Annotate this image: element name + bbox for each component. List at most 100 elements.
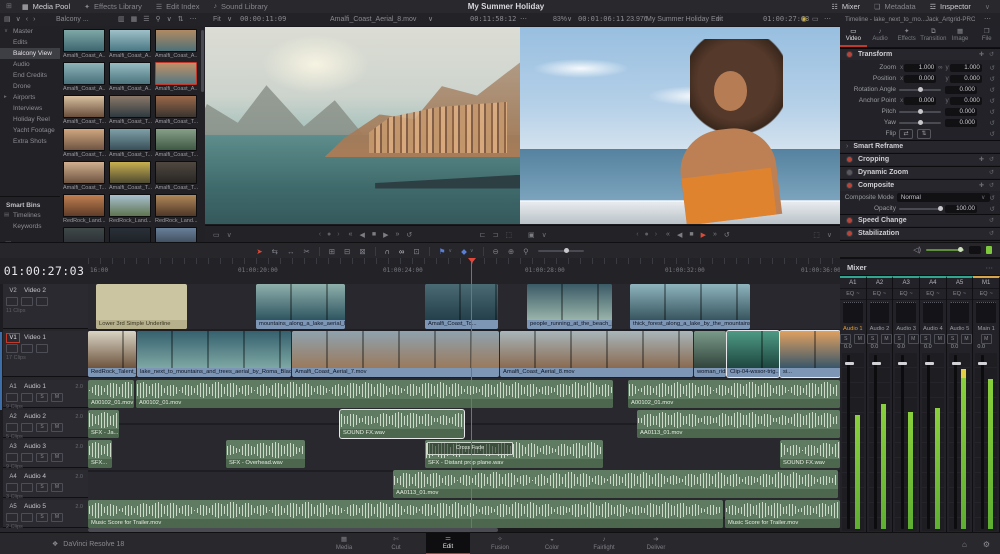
page-tab-media[interactable]: ▦ Media: [322, 533, 366, 554]
playhead[interactable]: [468, 258, 476, 528]
mute-button[interactable]: M: [51, 393, 63, 402]
tab-transition[interactable]: ⧉ Transition: [920, 26, 947, 47]
track-badge[interactable]: A1: [6, 382, 20, 392]
eq-button[interactable]: EQ ~: [920, 289, 946, 300]
dynamic-trim-mode[interactable]: ↔: [287, 247, 295, 256]
media-clip[interactable]: Amalfi_Coast_T...: [154, 161, 200, 194]
forward-icon[interactable]: ›: [33, 16, 35, 23]
auto-select-icon[interactable]: [21, 297, 33, 306]
track-header-v1[interactable]: V1 Video 1 17 Clips: [0, 331, 88, 377]
media-clip[interactable]: Amalfi_Coast_T...: [154, 95, 200, 128]
yaw-field[interactable]: 0.000: [945, 118, 977, 127]
lock-icon[interactable]: [6, 344, 18, 353]
solo-button[interactable]: S: [36, 513, 48, 522]
topbar-button-inspector[interactable]: ☲ Inspector: [930, 2, 971, 11]
window-icon[interactable]: ⊞: [6, 2, 12, 10]
page-tab-deliver[interactable]: ➔ Deliver: [634, 533, 678, 554]
clip-thumbnail[interactable]: [63, 194, 105, 217]
flag-button[interactable]: ⚑: [439, 247, 446, 256]
tab-audio[interactable]: ♪ Audio: [867, 26, 894, 47]
zoom-in-button[interactable]: ⊕: [508, 247, 514, 256]
media-clip[interactable]: Amalfi_Coast_A...: [154, 62, 200, 95]
insert-clip-button[interactable]: ⊞: [329, 247, 335, 256]
page-tab-cut[interactable]: ✄ Cut: [374, 533, 418, 554]
reset-icon[interactable]: ↺: [989, 217, 994, 224]
speed-change-enable-toggle[interactable]: [846, 217, 853, 224]
solo-button[interactable]: S: [947, 334, 959, 344]
clip-thumbnail[interactable]: [109, 161, 151, 184]
eq-button[interactable]: EQ ~: [973, 289, 1000, 300]
tab-video[interactable]: ▭ Video: [840, 26, 867, 47]
rotation-field[interactable]: 0.000: [945, 85, 977, 94]
audio-clip[interactable]: SFX...: [88, 440, 112, 468]
fader-handle[interactable]: [845, 361, 855, 365]
overwrite-clip-button[interactable]: ⊟: [344, 247, 350, 256]
sidebar-item-drone[interactable]: Drone: [0, 81, 60, 92]
more-options-icon[interactable]: ⋯: [984, 13, 991, 26]
audio-clip[interactable]: AA0113_01.mov: [393, 470, 838, 498]
zoom-slider[interactable]: [537, 248, 584, 253]
video-clip[interactable]: woman_ridi...: [694, 331, 726, 377]
yaw-slider[interactable]: [899, 119, 941, 125]
clip-thumbnail[interactable]: [155, 95, 197, 118]
video-clip[interactable]: lake_next_to_mountains_and_trees_aerial_…: [137, 331, 291, 377]
chevron-down-icon[interactable]: ∨: [985, 3, 990, 11]
viewer-option-icon[interactable]: ⊐: [493, 231, 499, 239]
media-clip[interactable]: Amalfi_Coast_A...: [108, 62, 154, 95]
sidebar-item-extra-shots[interactable]: Extra Shots: [0, 136, 60, 147]
select-tool[interactable]: ➤: [256, 247, 262, 256]
pan-control[interactable]: [949, 302, 970, 323]
mute-button[interactable]: M: [881, 334, 892, 344]
more-options-icon[interactable]: ⋯: [520, 13, 527, 26]
linked-selection-toggle[interactable]: ∞: [399, 247, 404, 256]
video-clip[interactable]: Amalfi_Coast_Aerial_8.mov: [500, 331, 693, 377]
solo-button[interactable]: S: [36, 393, 48, 402]
mute-button[interactable]: M: [854, 334, 866, 344]
chevron-down-icon[interactable]: ∨: [542, 231, 547, 239]
clip-thumbnail[interactable]: [63, 95, 105, 118]
mute-button[interactable]: M: [51, 483, 63, 492]
audio-clip[interactable]: A00102_01.mov: [88, 380, 134, 408]
volume-slider[interactable]: [926, 247, 964, 252]
stabilization-section[interactable]: Stabilization ↺: [840, 227, 1000, 239]
clip-thumbnail[interactable]: [155, 62, 197, 85]
track-header-a2[interactable]: A2 Audio 2 2.0 S M 5 Clips: [0, 410, 88, 440]
reset-icon[interactable]: ↺: [990, 86, 995, 94]
replace-clip-button[interactable]: ⊠: [359, 247, 365, 256]
clip-thumbnail[interactable]: [109, 95, 151, 118]
zoom-slider-knob[interactable]: [564, 248, 570, 253]
sort-icon[interactable]: ⇅: [178, 16, 184, 23]
lock-icon[interactable]: [6, 453, 18, 462]
list-view-icon[interactable]: ☰: [143, 16, 149, 23]
custom-zoom-button[interactable]: ⚲: [523, 247, 529, 256]
speaker-icon[interactable]: ◁): [913, 246, 921, 254]
topbar-button-mixer[interactable]: ☷ Mixer: [832, 2, 861, 11]
lock-icon[interactable]: [6, 393, 18, 402]
media-pool-scrollbar[interactable]: [201, 30, 204, 92]
timeline-viewer[interactable]: [520, 26, 841, 225]
position-x-field[interactable]: 0.000: [904, 74, 937, 83]
skip-back-button[interactable]: «: [349, 231, 353, 238]
sidebar-item-keywords[interactable]: Keywords: [0, 221, 60, 232]
mute-button[interactable]: M: [961, 334, 973, 344]
clip-thumbnail[interactable]: [155, 194, 197, 217]
lock-icon[interactable]: [6, 423, 18, 432]
sidebar-item-balcony-view[interactable]: Balcony View: [0, 48, 60, 59]
channel-fader[interactable]: [868, 353, 891, 531]
dynamic-zoom-enable-toggle[interactable]: [846, 169, 853, 176]
topbar-button-sound-library[interactable]: ♪ Sound Library: [213, 2, 267, 11]
skip-forward-button[interactable]: »: [395, 231, 399, 238]
jog-control[interactable]: ‹ ● ›: [319, 231, 342, 238]
audio-clip[interactable]: SFX - Ja...: [88, 410, 119, 438]
viewer-option-icon[interactable]: ⊏: [480, 231, 486, 239]
chevron-down-icon[interactable]: ∨: [716, 13, 721, 26]
play-reverse-button[interactable]: ◀: [677, 231, 682, 239]
clip-thumbnail[interactable]: [63, 62, 105, 85]
composite-mode-select[interactable]: Normal ∨: [896, 193, 990, 202]
audio-clip[interactable]: SOUND FX.wav: [340, 410, 464, 438]
fader-handle[interactable]: [871, 361, 881, 365]
rotation-slider[interactable]: [899, 86, 941, 92]
thumbnail-view-icon[interactable]: ▦: [131, 16, 138, 23]
anchor-y-field[interactable]: 0.000: [949, 96, 982, 105]
media-clip[interactable]: Amalfi_Coast_A...: [62, 62, 108, 95]
